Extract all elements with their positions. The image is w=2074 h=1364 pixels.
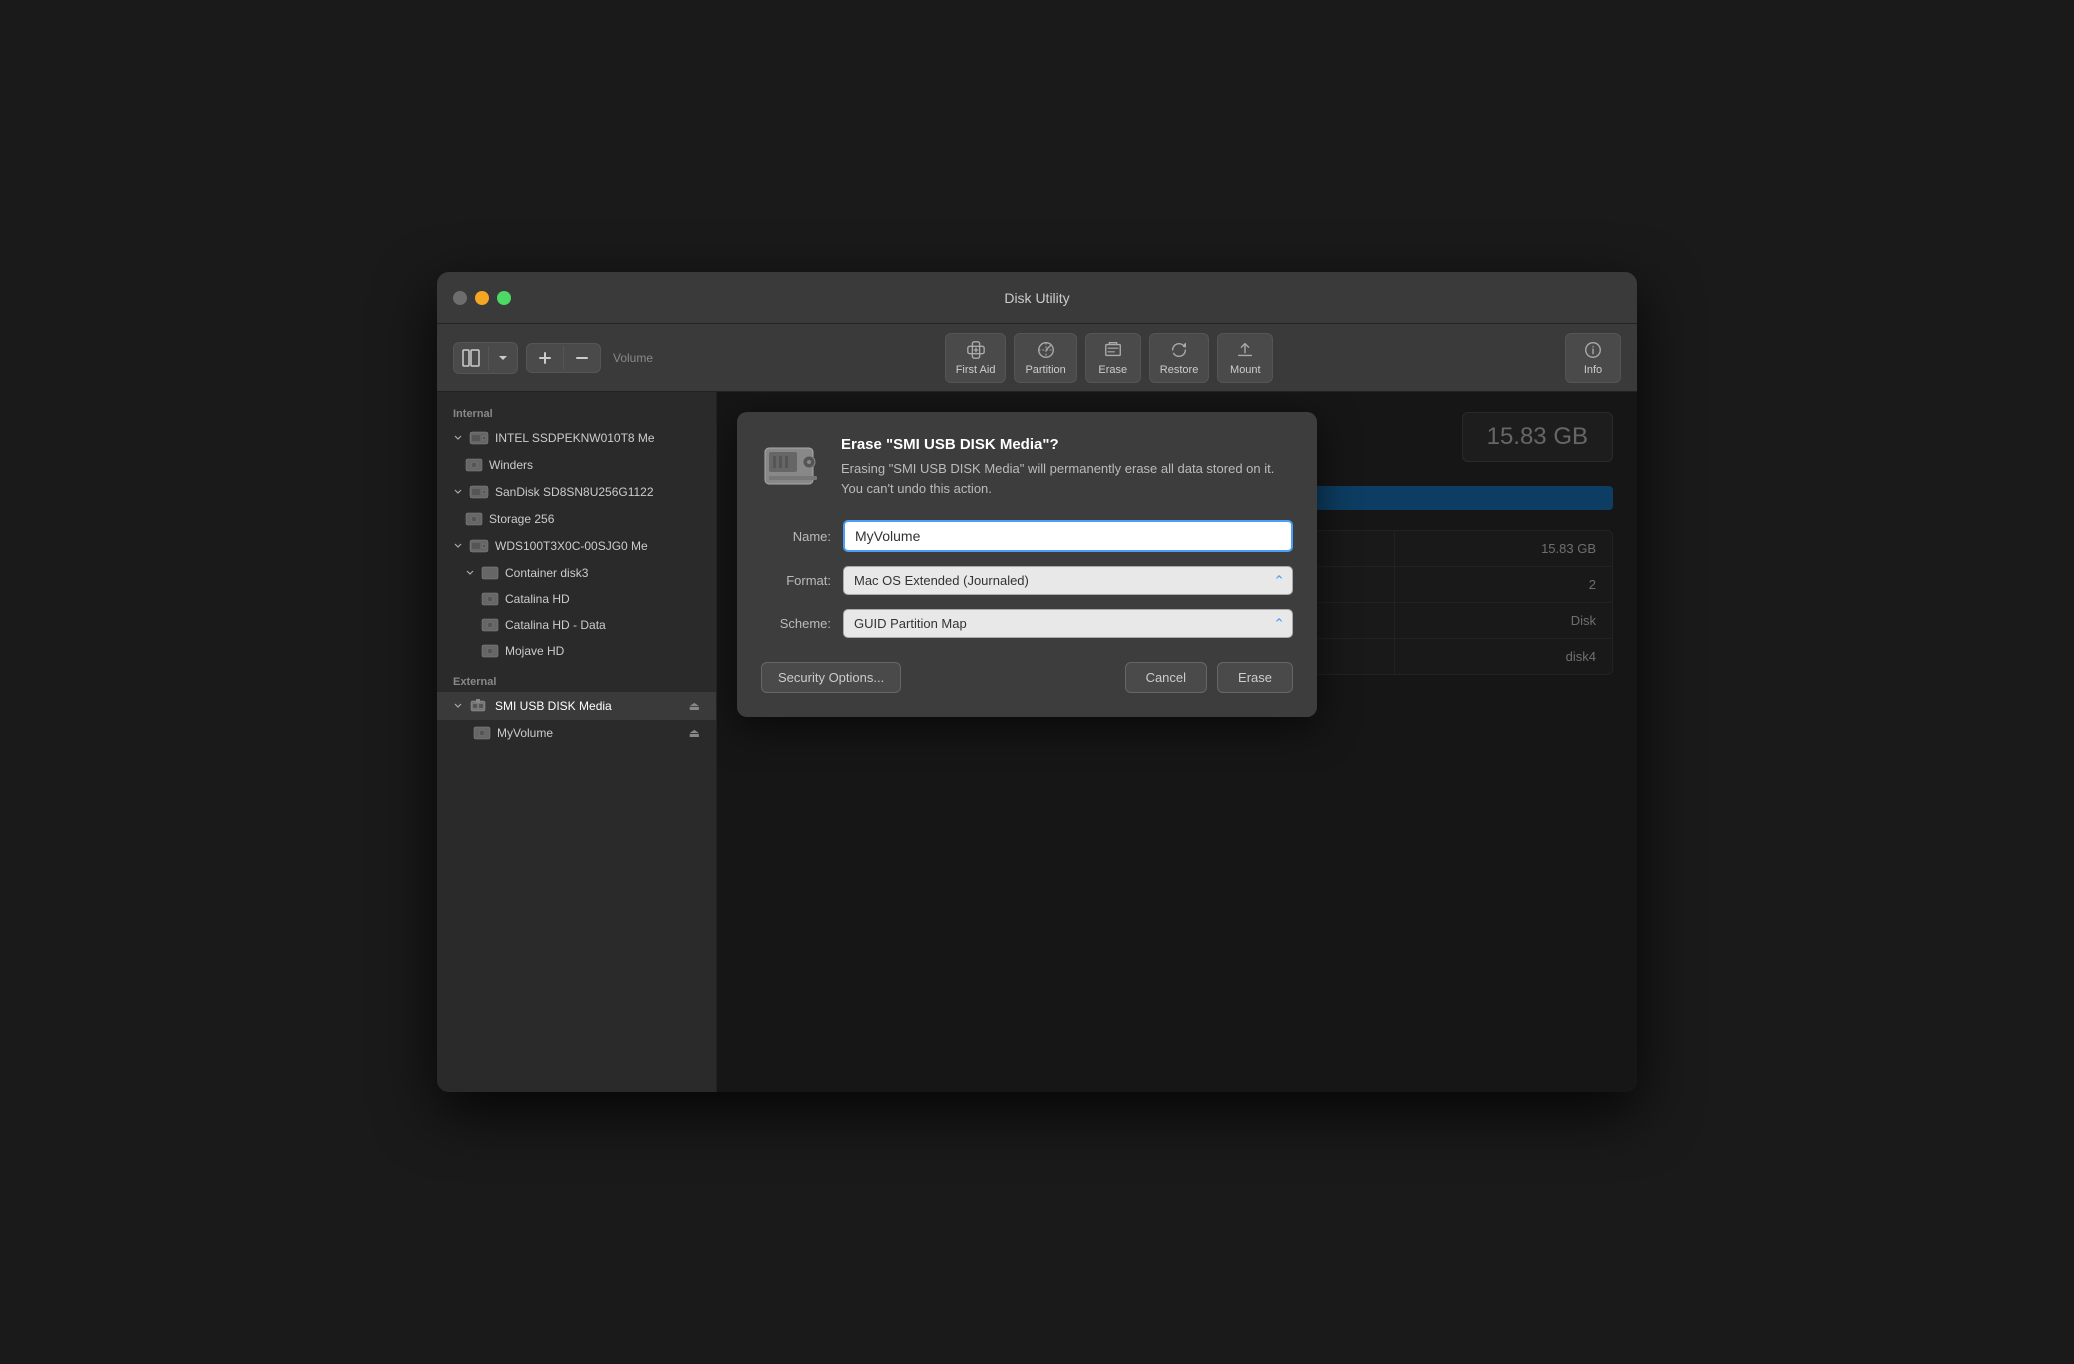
close-button[interactable] (453, 291, 467, 305)
modal-description: Erasing "SMI USB DISK Media" will perman… (841, 459, 1293, 498)
app-window: Disk Utility (437, 272, 1637, 1092)
catalina-hd-name: Catalina HD (505, 592, 570, 606)
smi-drive-name: SMI USB DISK Media (495, 699, 683, 713)
erase-button[interactable]: Erase (1085, 333, 1141, 383)
traffic-lights (453, 291, 511, 305)
internal-section-label: Internal (437, 404, 716, 424)
format-label: Format: (761, 573, 831, 588)
intel-children: Winders (437, 452, 716, 478)
first-aid-button[interactable]: First Aid (945, 333, 1007, 383)
volume-group (526, 343, 601, 373)
sidebar-item-myvolume[interactable]: MyVolume ⏏ (453, 720, 716, 746)
modal-overlay: Erase "SMI USB DISK Media"? Erasing "SMI… (717, 392, 1637, 1092)
sidebar-item-wds-drive[interactable]: WDS100T3X0C-00SJG0 Me (437, 532, 716, 560)
partition-button[interactable]: Partition (1014, 333, 1076, 383)
volume-label: Volume (613, 351, 653, 365)
erase-modal: Erase "SMI USB DISK Media"? Erasing "SMI… (737, 412, 1317, 717)
maximize-button[interactable] (497, 291, 511, 305)
partition-label: Partition (1025, 364, 1065, 376)
name-row: Name: (761, 520, 1293, 552)
sidebar-item-intel-drive[interactable]: INTEL SSDPEKNW010T8 Me (437, 424, 716, 452)
sidebar-item-smi-drive[interactable]: SMI USB DISK Media ⏏ (437, 692, 716, 720)
eject-icon-myvolume[interactable]: ⏏ (689, 726, 700, 740)
restore-button[interactable]: Restore (1149, 333, 1210, 383)
modal-disk-icon (761, 436, 825, 500)
wds-drive-name: WDS100T3X0C-00SJG0 Me (495, 539, 648, 553)
window-title: Disk Utility (1004, 290, 1069, 306)
external-section-label: External (437, 672, 716, 692)
sidebar-item-storage256[interactable]: Storage 256 (453, 506, 716, 532)
myvolume-name: MyVolume (497, 726, 683, 740)
restore-label: Restore (1160, 364, 1199, 376)
remove-volume-button[interactable] (564, 344, 600, 372)
sidebar-item-catalina-hd-data[interactable]: Catalina HD - Data (453, 612, 716, 638)
wds-children: Container disk3 Catalina HD Catalina HD … (437, 560, 716, 664)
content-area: 15.83 GB Location: External Capacity: 15… (717, 392, 1637, 1092)
main-area: Internal INTEL SSDPEKNW010T8 Me Wind (437, 392, 1637, 1092)
add-volume-button[interactable] (527, 344, 563, 372)
eject-icon-smi[interactable]: ⏏ (689, 699, 700, 713)
security-options-button[interactable]: Security Options... (761, 662, 901, 693)
scheme-select[interactable]: GUID Partition Map Master Boot Record Ap… (843, 609, 1293, 638)
sidebar-item-catalina-hd[interactable]: Catalina HD (453, 586, 716, 612)
modal-header: Erase "SMI USB DISK Media"? Erasing "SMI… (761, 436, 1293, 500)
minimize-button[interactable] (475, 291, 489, 305)
scheme-label: Scheme: (761, 616, 831, 631)
info-button[interactable]: Info (1565, 333, 1621, 383)
sidebar-item-sandisk-drive[interactable]: SanDisk SD8SN8U256G1122 (437, 478, 716, 506)
name-label: Name: (761, 529, 831, 544)
info-label: Info (1584, 364, 1602, 376)
first-aid-label: First Aid (956, 364, 996, 376)
toolbar: Volume First Aid Partition (437, 324, 1637, 392)
erase-confirm-button[interactable]: Erase (1217, 662, 1293, 693)
name-input[interactable] (843, 520, 1293, 552)
smi-children: MyVolume ⏏ (437, 720, 716, 746)
storage256-name: Storage 256 (489, 512, 554, 526)
modal-title: Erase "SMI USB DISK Media"? (841, 436, 1293, 453)
format-select[interactable]: Mac OS Extended (Journaled) Mac OS Exten… (843, 566, 1293, 595)
view-sidebar-button[interactable] (454, 343, 488, 373)
intel-drive-name: INTEL SSDPEKNW010T8 Me (495, 431, 655, 445)
container-disk3-name: Container disk3 (505, 566, 588, 580)
sidebar: Internal INTEL SSDPEKNW010T8 Me Wind (437, 392, 717, 1092)
erase-label: Erase (1098, 364, 1127, 376)
format-row: Format: Mac OS Extended (Journaled) Mac … (761, 566, 1293, 595)
cancel-button[interactable]: Cancel (1125, 662, 1207, 693)
mount-button[interactable]: Mount (1217, 333, 1273, 383)
format-select-wrapper: Mac OS Extended (Journaled) Mac OS Exten… (843, 566, 1293, 595)
scheme-select-wrapper: GUID Partition Map Master Boot Record Ap… (843, 609, 1293, 638)
sidebar-item-mojave-hd[interactable]: Mojave HD (453, 638, 716, 664)
titlebar: Disk Utility (437, 272, 1637, 324)
modal-buttons: Security Options... Cancel Erase (761, 662, 1293, 693)
scheme-row: Scheme: GUID Partition Map Master Boot R… (761, 609, 1293, 638)
mount-label: Mount (1230, 364, 1261, 376)
sandisk-drive-name: SanDisk SD8SN8U256G1122 (495, 485, 654, 499)
winders-name: Winders (489, 458, 533, 472)
sidebar-item-winders[interactable]: Winders (453, 452, 716, 478)
sidebar-item-container-disk3[interactable]: Container disk3 (453, 560, 716, 586)
catalina-hd-data-name: Catalina HD - Data (505, 618, 606, 632)
mojave-hd-name: Mojave HD (505, 644, 564, 658)
sandisk-children: Storage 256 (437, 506, 716, 532)
view-group (453, 342, 518, 374)
modal-header-text: Erase "SMI USB DISK Media"? Erasing "SMI… (841, 436, 1293, 500)
view-dropdown-button[interactable] (489, 346, 517, 370)
modal-form: Name: Format: Mac OS Extended (Journaled… (761, 520, 1293, 638)
